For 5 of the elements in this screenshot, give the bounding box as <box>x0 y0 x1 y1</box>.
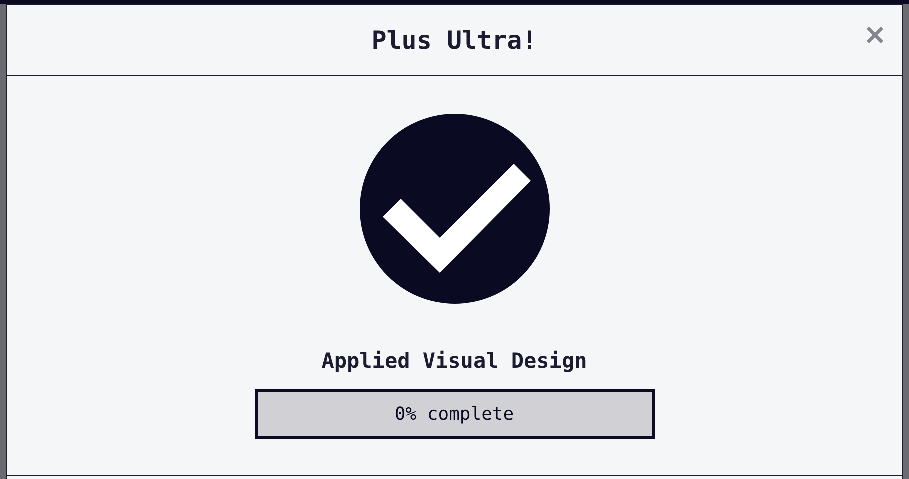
progress-label: 0% complete <box>394 404 514 424</box>
block-title: Applied Visual Design <box>322 349 588 373</box>
modal-title: Plus Ultra! <box>372 26 538 54</box>
check-circle-icon <box>358 113 550 305</box>
close-button[interactable]: × <box>860 21 890 49</box>
